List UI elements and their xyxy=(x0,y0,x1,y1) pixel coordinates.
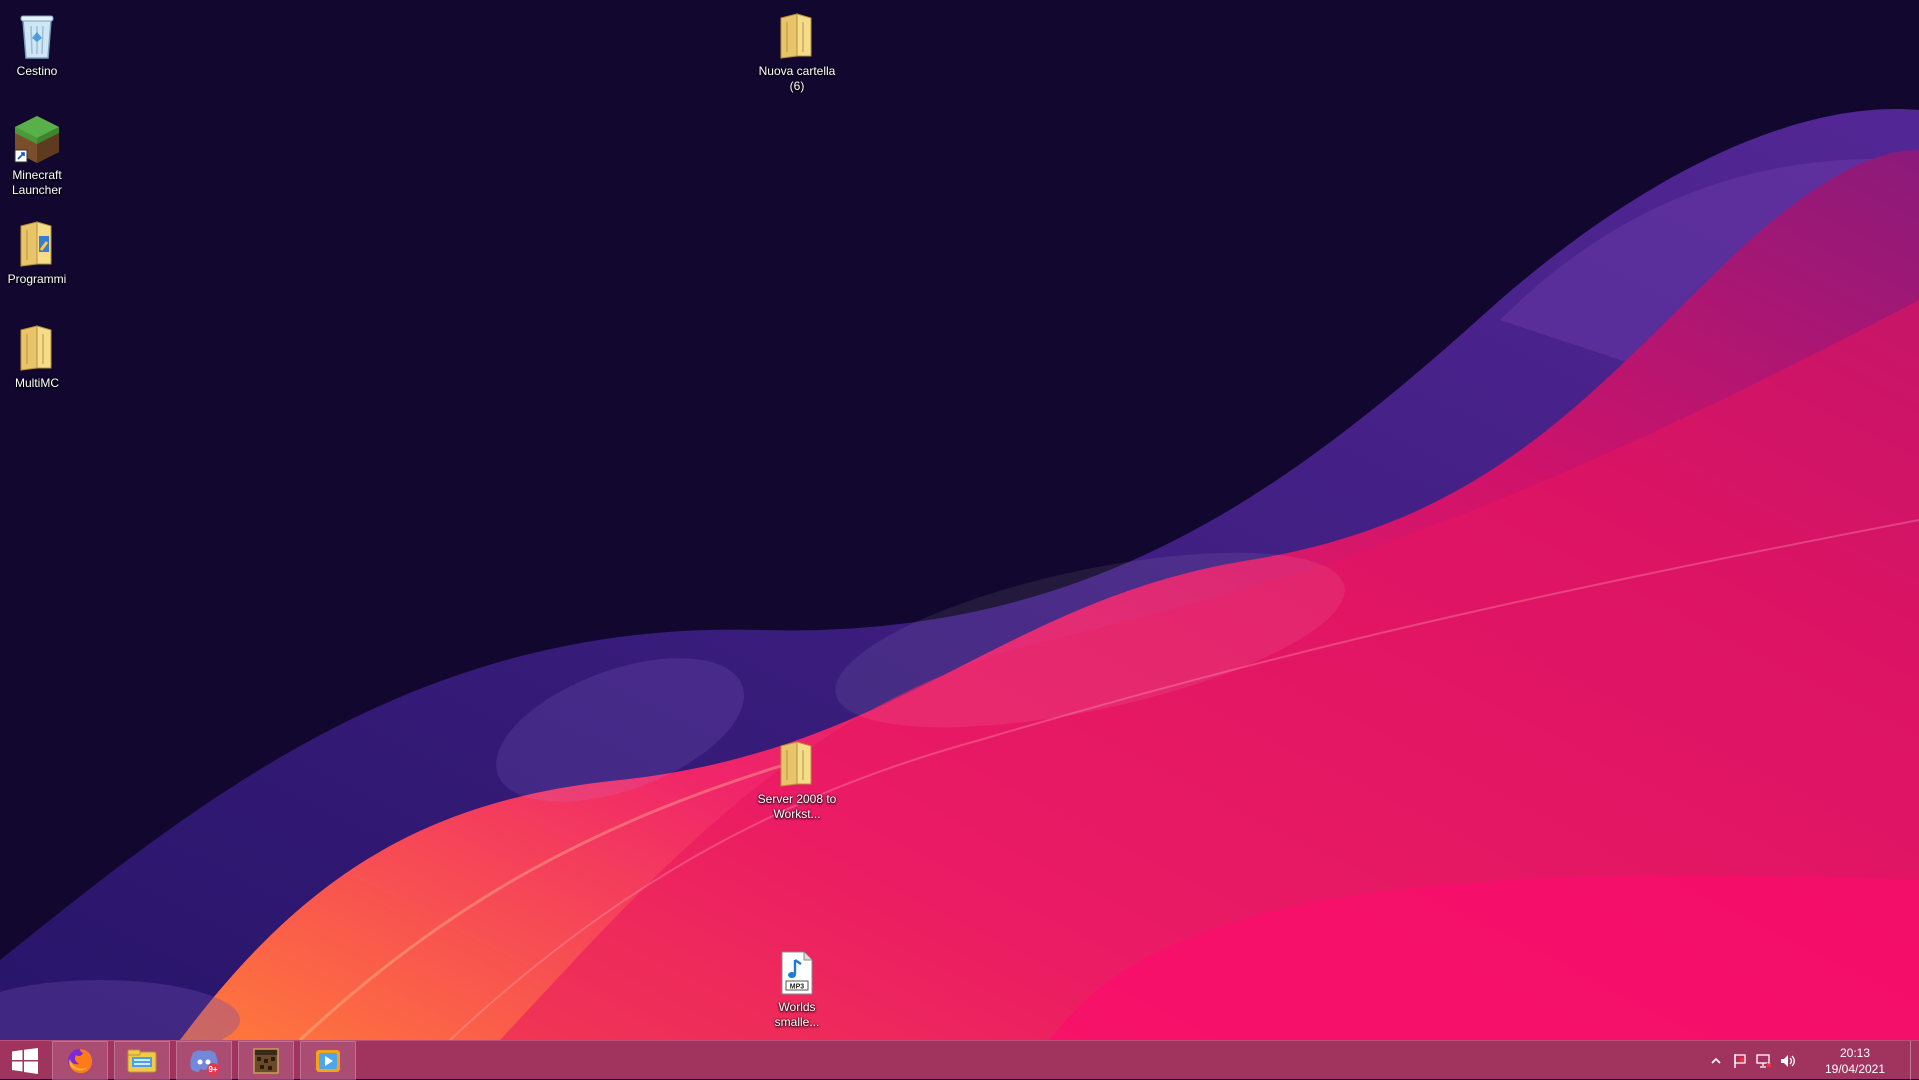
desktop-icon-worlds-mp3[interactable]: MP3 Worlds smalle... xyxy=(754,942,840,1030)
minecraft-launcher-icon xyxy=(11,110,63,164)
desktop-icon-label: Minecraft Launcher xyxy=(11,168,63,197)
system-tray: 20:13 19/04/2021 xyxy=(1704,1041,1919,1080)
taskbar-minecraft-button[interactable] xyxy=(238,1041,294,1080)
mp3-file-icon: MP3 xyxy=(771,942,823,996)
taskbar-firefox-button[interactable] xyxy=(52,1041,108,1080)
flag-icon[interactable] xyxy=(1728,1049,1752,1073)
desktop-icon-server-2008[interactable]: Server 2008 to Workst... xyxy=(754,734,840,822)
taskbar: 9+ 20:13 19/04/2021 xyxy=(0,1040,1919,1080)
wallpaper xyxy=(0,0,1919,1040)
desktop-icon-label: Cestino xyxy=(16,64,58,78)
windows-logo-icon xyxy=(12,1047,38,1074)
volume-icon[interactable] xyxy=(1776,1049,1800,1073)
desktop-icon-nuova-cartella[interactable]: Nuova cartella (6) xyxy=(754,6,840,94)
desktop-icon-label: Programmi xyxy=(7,272,67,286)
minecraft-icon xyxy=(253,1047,279,1074)
recycle-bin-icon xyxy=(11,6,63,60)
chevron-up-icon[interactable] xyxy=(1704,1049,1728,1073)
folder-icon xyxy=(11,214,63,268)
network-icon[interactable] xyxy=(1752,1049,1776,1073)
discord-badge: 9+ xyxy=(208,1065,217,1074)
firefox-icon xyxy=(68,1048,93,1073)
clock-time: 20:13 xyxy=(1839,1045,1871,1060)
start-button[interactable] xyxy=(0,1041,50,1080)
desktop-icon-label: MultiMC xyxy=(15,376,59,390)
desktop-icon-label: Worlds smalle... xyxy=(774,1000,820,1029)
taskbar-media-player-button[interactable] xyxy=(300,1041,356,1080)
desktop-icon-programmi[interactable]: Programmi xyxy=(0,214,80,287)
desktop-icon-minecraft-launcher[interactable]: Minecraft Launcher xyxy=(0,110,80,198)
file-explorer-icon xyxy=(127,1049,157,1072)
desktop-icon-label: Server 2008 to Workst... xyxy=(757,792,837,821)
clock-date: 19/04/2021 xyxy=(1824,1061,1886,1076)
show-desktop-button[interactable] xyxy=(1910,1041,1919,1080)
folder-icon xyxy=(771,6,823,60)
taskbar-file-explorer-button[interactable] xyxy=(114,1041,170,1080)
folder-icon xyxy=(11,318,63,372)
desktop-icon-cestino[interactable]: Cestino xyxy=(0,6,80,79)
desktop-icon-multimc[interactable]: MultiMC xyxy=(0,318,80,391)
desktop-icon-label: Nuova cartella (6) xyxy=(758,64,836,93)
clock[interactable]: 20:13 19/04/2021 xyxy=(1800,1045,1910,1077)
taskbar-discord-button[interactable]: 9+ xyxy=(176,1041,232,1080)
folder-icon xyxy=(771,734,823,788)
discord-icon: 9+ xyxy=(190,1049,219,1075)
mp3-badge: MP3 xyxy=(790,984,805,991)
media-player-icon xyxy=(316,1049,340,1072)
